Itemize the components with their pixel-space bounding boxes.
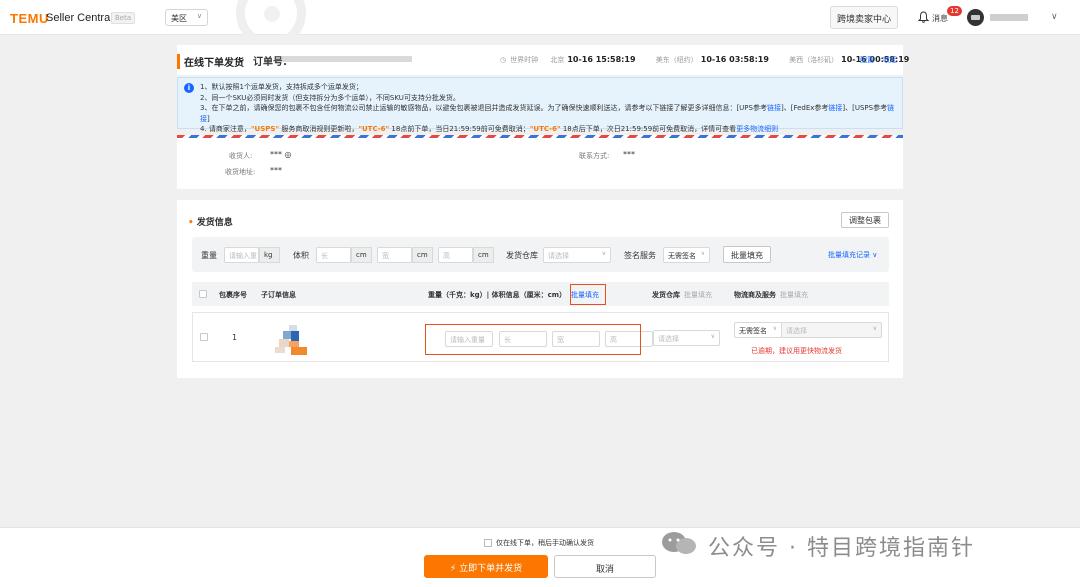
service-bulk-fill-link[interactable]: 批量填充 — [780, 291, 808, 299]
recipient-value: *** ◎ — [270, 150, 292, 159]
chevron-down-icon: ∨ — [196, 12, 202, 20]
wechat-icon — [662, 532, 696, 554]
section-title: 发货信息 — [188, 215, 233, 228]
cross-border-center-button[interactable]: 跨境卖家中心 — [830, 6, 898, 29]
shipping-info-section: 发货信息 调整包裹 重量 请输入重 kg 体积 长 cm 宽 cm 高 cm 发… — [177, 200, 903, 378]
globe-decoration-icon — [226, 0, 316, 35]
ups-link[interactable]: 链接 — [767, 104, 781, 112]
highlight-box — [570, 284, 606, 305]
bulk-weight-input[interactable]: 请输入重 — [224, 247, 259, 263]
package-index: 1 — [232, 333, 238, 342]
submit-and-ship-button[interactable]: ⚡ 立即下单并发货 — [424, 555, 548, 578]
temu-logo[interactable]: TEMU — [10, 11, 49, 26]
messages-label[interactable]: 消息 — [932, 13, 948, 24]
top-nav-bar: TEMU Seller Central Beta 美区 ∨ 跨境卖家中心 消息 1… — [0, 0, 1080, 35]
warehouse-bulk-fill-link[interactable]: 批量填充 — [684, 291, 712, 299]
config-link[interactable]: 配置 — [860, 55, 874, 65]
order-only-label: 仅在线下单，稍后手动确认发货 — [496, 539, 594, 547]
row-service-select[interactable]: 请选择 ∨ — [781, 322, 882, 338]
chevron-down-icon[interactable]: ∨ — [1051, 12, 1058, 22]
page-header: 在线下单发货 订单号: ◷ 世界时钟 北京 10-16 15:58:19 美东（纽约… — [177, 45, 909, 75]
logistics-rules-link[interactable]: 更多物流细则 — [736, 125, 778, 133]
page-title: 在线下单发货 — [177, 54, 244, 69]
bulk-fill-bar: 重量 请输入重 kg 体积 长 cm 宽 cm 高 cm 发货仓库 请选择 ∨ 签… — [192, 237, 889, 272]
clock-icon: ◷ — [500, 56, 507, 64]
bulk-width-input[interactable]: 宽 — [377, 247, 412, 263]
bell-icon[interactable] — [918, 11, 929, 23]
chevron-down-icon: ∨ — [601, 250, 606, 257]
avatar[interactable] — [967, 9, 984, 26]
order-number-redacted — [282, 56, 412, 62]
address-section: 收货人: *** ◎ 联系方式: *** 收货地址: *** — [177, 135, 903, 189]
chevron-down-icon: ∨ — [772, 325, 777, 332]
messages-count-badge: 12 — [947, 6, 962, 16]
fedex-link[interactable]: 链接 — [828, 104, 842, 112]
region-select[interactable]: 美区 ∨ — [165, 9, 208, 26]
bulk-fill-record-link[interactable]: 批量填充记录 ∨ — [828, 250, 877, 260]
order-only-checkbox[interactable] — [484, 539, 492, 547]
beta-badge: Beta — [111, 12, 136, 24]
row-checkbox[interactable] — [200, 333, 208, 341]
username-redacted[interactable] — [990, 14, 1028, 21]
airmail-stripe — [177, 135, 903, 138]
chevron-down-icon: ∨ — [700, 250, 705, 257]
bulk-fill-button[interactable]: 批量填充 — [723, 246, 771, 263]
select-all-checkbox[interactable] — [199, 290, 207, 298]
highlight-box — [425, 324, 641, 355]
collapse-link[interactable]: 收起 — [883, 55, 897, 65]
chevron-down-icon: ∨ — [710, 333, 715, 340]
cancel-button[interactable]: 取消 — [554, 555, 656, 578]
bulk-signature-select[interactable]: 无需签名 ∨ — [663, 247, 710, 263]
contact-value: *** — [623, 150, 635, 159]
row-warehouse-select[interactable]: 请选择 ∨ — [653, 330, 720, 346]
product-name: Seller Central — [46, 12, 113, 24]
watermark: 公众号 · 特目跨境指南针 — [708, 536, 975, 561]
adjust-package-button[interactable]: 调整包裹 — [841, 212, 889, 228]
row-signature-select[interactable]: 无需签名 ∨ — [734, 322, 782, 338]
bulk-warehouse-select[interactable]: 请选择 ∨ — [543, 247, 611, 263]
overdue-warning: 已逾期，建议用更快物流发货 — [751, 347, 842, 355]
address-value: *** — [270, 166, 282, 175]
bulk-height-input[interactable]: 高 — [438, 247, 473, 263]
chevron-down-icon: ∨ — [872, 325, 877, 332]
notice-banner: i 1、默认按照1个运单发货，支持拆成多个运单发货； 2、同一个SKU必须同时发… — [177, 77, 903, 133]
info-icon: i — [184, 83, 194, 93]
bulk-length-input[interactable]: 长 — [316, 247, 351, 263]
product-thumbnail — [271, 321, 315, 357]
table-header: 包裹序号 子订单信息 重量（千克：kg）| 体积信息（厘米：cm） 批量填充 发… — [192, 282, 889, 306]
